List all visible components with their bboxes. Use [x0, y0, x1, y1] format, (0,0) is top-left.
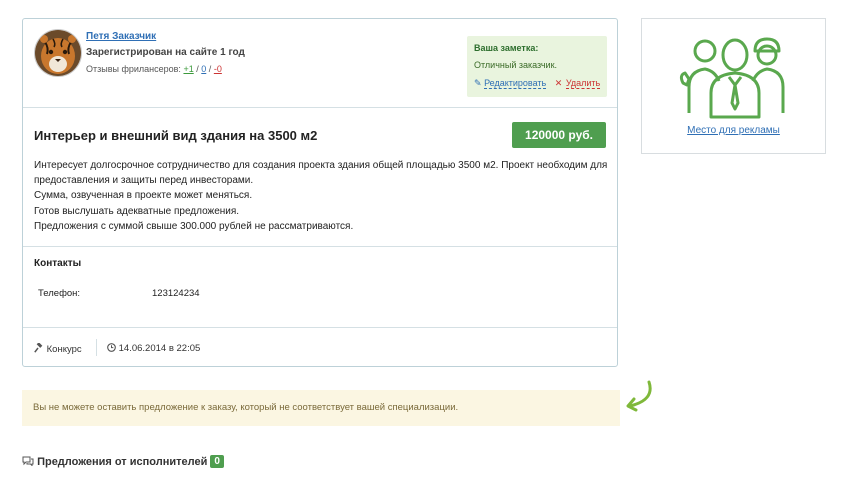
- note-delete-link[interactable]: Удалить: [565, 78, 601, 89]
- customer-name-link[interactable]: Петя Заказчик: [86, 31, 156, 42]
- offers-heading-label: Предложения от исполнителей: [37, 456, 208, 468]
- reviews-negative-link[interactable]: -0: [214, 64, 222, 74]
- order-title: Интерьер и внешний вид здания на 3500 м2: [34, 128, 318, 143]
- reviews-label: Отзывы фрилансеров:: [86, 64, 181, 74]
- order-price-badge: 120000 руб.: [512, 122, 606, 148]
- customer-note: Ваша заметка: Отличный заказчик. ✎ Редак…: [467, 36, 607, 97]
- order-card: Петя Заказчик Зарегистрирован на сайте 1…: [22, 18, 618, 367]
- order-type: Конкурс: [34, 342, 82, 355]
- users-illustration-icon: [679, 37, 785, 119]
- phone-label: Телефон:: [38, 288, 81, 299]
- contacts-section: Контакты Телефон: 123124234: [23, 247, 617, 328]
- clock-icon: [107, 343, 116, 352]
- description-line: Предложения с суммой свыше 300.000 рубле…: [34, 220, 354, 232]
- order-description: Интересует долгосрочное сотрудничество д…: [34, 158, 608, 234]
- phone-value: 123124234: [152, 288, 200, 299]
- customer-registered: Зарегистрирован на сайте 1 год: [86, 47, 245, 58]
- curved-arrow-icon: [626, 380, 652, 412]
- reviews-positive-link[interactable]: +1: [183, 64, 193, 74]
- description-line: Интересует долгосрочное сотрудничество д…: [34, 160, 608, 171]
- description-line: Готов выслушать адекватные предложения.: [34, 205, 240, 217]
- order-meta: Конкурс 14.06.2014 в 22:05: [23, 328, 617, 366]
- pencil-icon: ✎: [474, 78, 482, 88]
- gavel-icon: [34, 342, 43, 353]
- contacts-heading: Контакты: [34, 258, 82, 269]
- reviews-separator: /: [196, 64, 199, 74]
- offers-heading: Предложения от исполнителей 0: [22, 455, 224, 468]
- ad-place-link[interactable]: Место для рекламы: [642, 125, 825, 136]
- order-type-label: Конкурс: [46, 344, 82, 355]
- reviews-separator: /: [208, 64, 212, 74]
- customer-section: Петя Заказчик Зарегистрирован на сайте 1…: [23, 19, 617, 108]
- order-date: 14.06.2014 в 22:05: [107, 343, 200, 354]
- note-edit-link[interactable]: Редактировать: [484, 78, 547, 89]
- ad-block: Место для рекламы: [641, 18, 826, 154]
- offers-count-badge: 0: [210, 455, 224, 468]
- comments-icon: [22, 456, 34, 467]
- note-text: Отличный заказчик.: [474, 60, 558, 70]
- customer-reviews: Отзывы фрилансеров: +1 / 0 / -0: [86, 64, 222, 74]
- specialization-warning: Вы не можете оставить предложение к зака…: [22, 390, 620, 426]
- order-date-label: 14.06.2014 в 22:05: [118, 343, 201, 354]
- note-actions: ✎ Редактировать ✕ Удалить: [474, 78, 601, 89]
- customer-avatar[interactable]: [34, 29, 82, 77]
- order-description-section: Интерьер и внешний вид здания на 3500 м2…: [23, 108, 617, 247]
- description-line: предоставления и защиты перед инвесторам…: [34, 175, 254, 187]
- note-title: Ваша заметка:: [474, 43, 539, 53]
- close-icon: ✕: [554, 78, 563, 88]
- meta-divider: [96, 339, 97, 356]
- reviews-neutral-link[interactable]: 0: [201, 64, 206, 74]
- description-line: Сумма, озвученная в проекте может менять…: [34, 190, 253, 202]
